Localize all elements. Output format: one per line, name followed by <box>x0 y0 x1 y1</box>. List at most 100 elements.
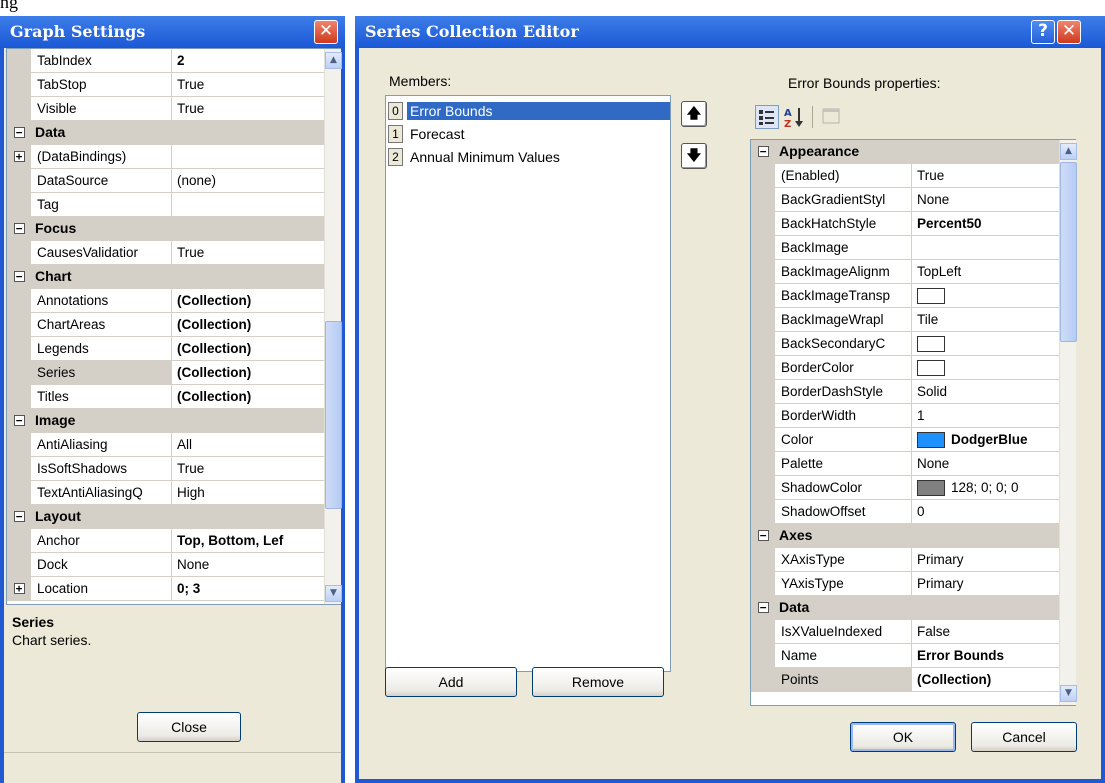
graph-settings-property-grid[interactable]: TabIndex 2 TabStop True Visible True − Data + (Da… <box>6 48 341 605</box>
cancel-button[interactable]: Cancel <box>971 722 1077 752</box>
property-value[interactable]: 0 <box>912 500 1075 523</box>
property-value[interactable]: True <box>912 164 1075 187</box>
property-value[interactable]: (Collection) <box>172 337 340 360</box>
property-value[interactable]: 2 <box>172 49 340 72</box>
property-row[interactable]: BorderDashStyle Solid <box>751 380 1075 404</box>
category-row[interactable]: − Data <box>751 596 1075 620</box>
members-list[interactable]: 0 Error Bounds 1 Forecast 2 Annual Minimum Va… <box>385 95 671 672</box>
property-value[interactable]: Percent50 <box>912 212 1075 235</box>
property-value[interactable]: (Collection) <box>912 668 1075 691</box>
property-value[interactable]: Top, Bottom, Lef <box>172 529 340 552</box>
category-row[interactable]: − Focus <box>7 217 340 241</box>
property-value[interactable]: True <box>172 73 340 96</box>
property-value[interactable] <box>912 236 1075 259</box>
property-row[interactable]: Visible True <box>7 97 340 121</box>
property-row[interactable]: CausesValidatior True <box>7 241 340 265</box>
property-value[interactable]: Tile <box>912 308 1075 331</box>
property-row[interactable]: TabIndex 2 <box>7 49 340 73</box>
property-row[interactable]: BorderWidth 1 <box>751 404 1075 428</box>
property-value[interactable]: None <box>912 452 1075 475</box>
property-row[interactable]: BackSecondaryC <box>751 332 1075 356</box>
property-row[interactable]: Tag <box>7 193 340 217</box>
property-value[interactable]: DodgerBlue <box>912 428 1075 451</box>
property-value[interactable]: All <box>172 433 340 456</box>
property-row[interactable]: ChartAreas (Collection) <box>7 313 340 337</box>
property-value[interactable]: False <box>912 620 1075 643</box>
property-row[interactable]: BackImage <box>751 236 1075 260</box>
property-value[interactable]: Primary <box>912 548 1075 571</box>
move-up-button[interactable]: 🡅 <box>681 101 707 127</box>
property-pages-icon[interactable] <box>820 105 844 129</box>
ok-button[interactable]: OK <box>850 722 956 752</box>
property-row[interactable]: BackImageWrapl Tile <box>751 308 1075 332</box>
category-row[interactable]: − Layout <box>7 505 340 529</box>
property-row[interactable]: + Location 0; 3 <box>7 577 340 601</box>
property-value[interactable]: Solid <box>912 380 1075 403</box>
property-value[interactable]: (none) <box>172 169 340 192</box>
collapse-icon[interactable]: − <box>13 415 25 426</box>
collapse-icon[interactable]: − <box>757 602 769 613</box>
property-value[interactable]: Error Bounds <box>912 644 1075 667</box>
property-value[interactable]: (Collection) <box>172 313 340 336</box>
category-row[interactable]: − Image <box>7 409 340 433</box>
property-row[interactable]: Color DodgerBlue <box>751 428 1075 452</box>
property-row[interactable]: Legends (Collection) <box>7 337 340 361</box>
scroll-up-icon[interactable]: ▲ <box>1060 143 1077 160</box>
property-row[interactable]: Palette None <box>751 452 1075 476</box>
property-row[interactable]: Series (Collection) <box>7 361 340 385</box>
property-row[interactable]: BackImageTransp <box>751 284 1075 308</box>
alphabetical-sort-icon[interactable]: A Z <box>783 105 807 130</box>
property-row[interactable]: Dock None <box>7 553 340 577</box>
list-item[interactable]: 0 Error Bounds <box>386 99 670 122</box>
property-row[interactable]: ShadowColor 128; 0; 0; 0 <box>751 476 1075 500</box>
property-row[interactable]: Annotations (Collection) <box>7 289 340 313</box>
series-properties-grid[interactable]: − Appearance (Enabled) True BackGradientStyl… <box>750 139 1076 706</box>
property-row[interactable]: BackHatchStyle Percent50 <box>751 212 1075 236</box>
collapse-icon[interactable]: − <box>13 511 25 522</box>
property-row[interactable]: Name Error Bounds <box>751 644 1075 668</box>
property-value[interactable] <box>172 145 340 168</box>
list-item[interactable]: 2 Annual Minimum Values <box>386 145 670 168</box>
add-button[interactable]: Add <box>385 667 517 697</box>
property-value[interactable]: 1 <box>912 404 1075 427</box>
property-row[interactable]: Titles (Collection) <box>7 385 340 409</box>
list-item[interactable]: 1 Forecast <box>386 122 670 145</box>
remove-button[interactable]: Remove <box>532 667 664 697</box>
property-row[interactable]: Anchor Top, Bottom, Lef <box>7 529 340 553</box>
scroll-down-icon[interactable]: ▼ <box>325 585 342 602</box>
property-row[interactable]: TextAntiAliasingQ High <box>7 481 340 505</box>
property-value[interactable]: None <box>172 553 340 576</box>
expand-icon[interactable]: + <box>13 151 25 162</box>
property-row[interactable]: DataSource (none) <box>7 169 340 193</box>
help-icon[interactable]: ? <box>1031 20 1055 44</box>
expand-icon[interactable]: + <box>13 583 25 594</box>
scroll-thumb[interactable] <box>1060 162 1077 342</box>
scroll-up-icon[interactable]: ▲ <box>325 52 342 69</box>
property-value[interactable]: 0; 3 <box>172 577 340 600</box>
scroll-down-icon[interactable]: ▼ <box>1060 685 1077 702</box>
move-down-button[interactable]: 🡇 <box>681 143 707 169</box>
property-value[interactable] <box>912 284 1075 307</box>
category-row[interactable]: − Chart <box>7 265 340 289</box>
scroll-thumb[interactable] <box>325 321 342 509</box>
property-row[interactable]: YAxisType Primary <box>751 572 1075 596</box>
property-row[interactable]: BackGradientStyl None <box>751 188 1075 212</box>
collapse-icon[interactable]: − <box>13 127 25 138</box>
property-value[interactable]: TopLeft <box>912 260 1075 283</box>
property-row[interactable]: + (DataBindings) <box>7 145 340 169</box>
collapse-icon[interactable]: − <box>13 271 25 282</box>
property-row[interactable]: XAxisType Primary <box>751 548 1075 572</box>
property-value[interactable]: True <box>172 241 340 264</box>
property-value[interactable] <box>172 193 340 216</box>
property-value[interactable]: True <box>172 457 340 480</box>
property-value[interactable]: (Collection) <box>172 361 340 384</box>
property-row[interactable]: (Enabled) True <box>751 164 1075 188</box>
property-value[interactable] <box>912 332 1075 355</box>
series-editor-close-icon[interactable]: ✕ <box>1057 20 1081 44</box>
category-row[interactable]: − Data <box>7 121 340 145</box>
property-value[interactable]: High <box>172 481 340 504</box>
property-row[interactable]: BackImageAlignm TopLeft <box>751 260 1075 284</box>
collapse-icon[interactable]: − <box>757 530 769 541</box>
property-row[interactable]: TabStop True <box>7 73 340 97</box>
category-row[interactable]: − Appearance <box>751 140 1075 164</box>
